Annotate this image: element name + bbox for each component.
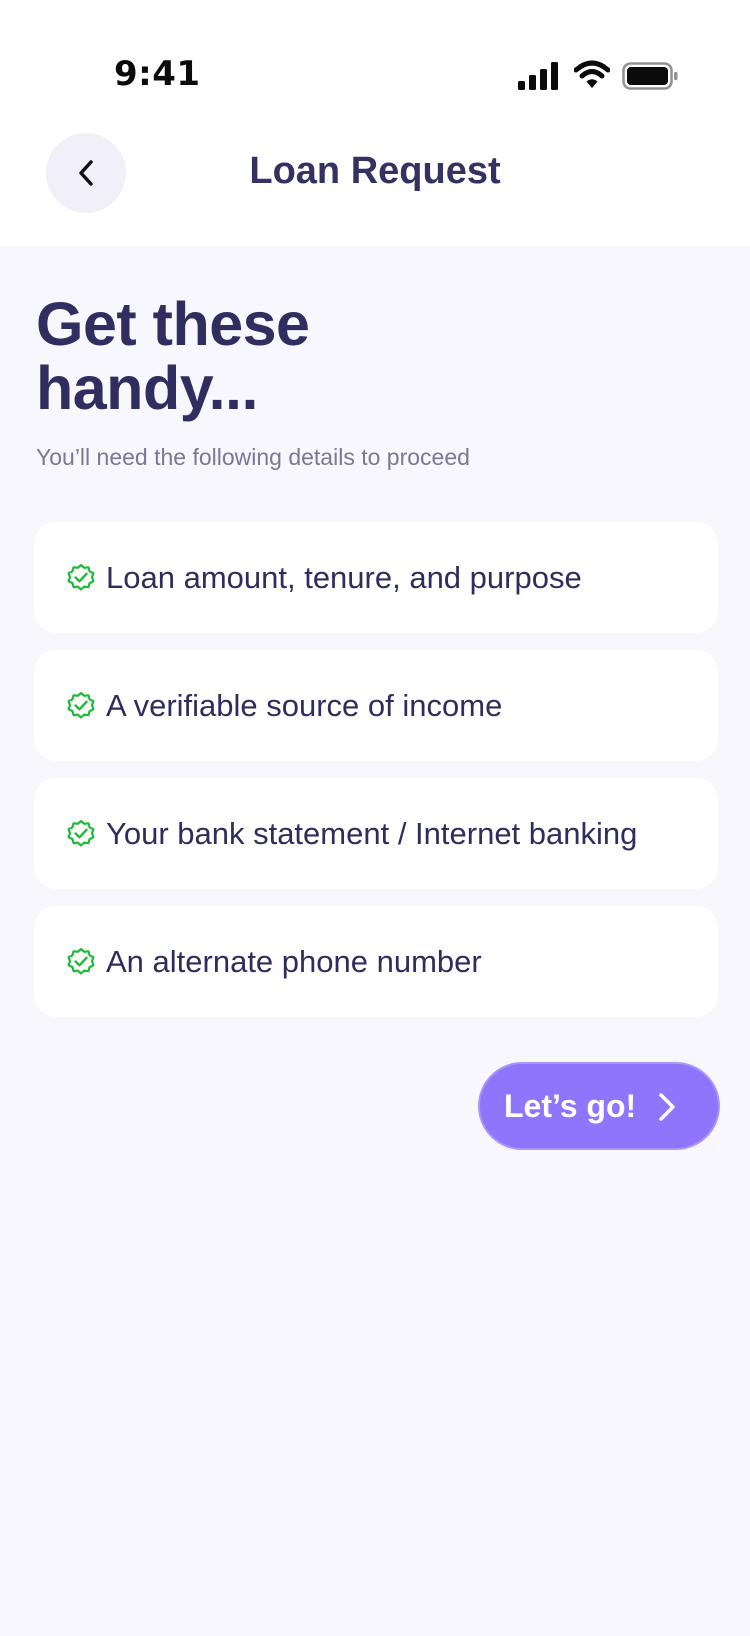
- signal-icon: [518, 62, 558, 90]
- hero-title-line-1: Get these: [36, 290, 310, 358]
- list-item: Your bank statement / Internet banking: [34, 778, 718, 889]
- list-item: A verifiable source of income: [34, 650, 718, 761]
- check-badge-icon: [67, 691, 95, 718]
- top-bar: 9:41 Loan Request: [0, 0, 750, 246]
- list-item: Loan amount, tenure, and purpose: [34, 522, 718, 633]
- list-item-label: Your bank statement / Internet banking: [106, 815, 638, 851]
- list-item-label: An alternate phone number: [106, 943, 482, 979]
- hero-title-line-2: handy...: [36, 354, 258, 422]
- check-badge-icon: [67, 947, 95, 974]
- list-item-label: A verifiable source of income: [106, 687, 503, 723]
- battery-icon: [622, 62, 678, 90]
- status-time: 9:41: [114, 54, 201, 94]
- hero-subtitle: You’ll need the following details to pro…: [36, 444, 470, 470]
- chevron-right-icon: [659, 1093, 675, 1121]
- loan-request-screen: 9:41 Loan Request Get these handy... You…: [0, 0, 750, 1636]
- wifi-icon: [574, 60, 610, 88]
- lets-go-label: Let’s go!: [504, 1087, 637, 1124]
- page-title: Loan Request: [249, 150, 501, 192]
- check-badge-icon: [67, 819, 95, 846]
- hero-title: Get these handy...: [36, 292, 310, 420]
- list-item-label: Loan amount, tenure, and purpose: [106, 559, 582, 595]
- requirements-checklist: Loan amount, tenure, and purpose A verif…: [34, 522, 718, 1034]
- check-badge-icon: [67, 563, 95, 590]
- list-item: An alternate phone number: [34, 906, 718, 1017]
- lets-go-button[interactable]: Let’s go!: [478, 1062, 720, 1150]
